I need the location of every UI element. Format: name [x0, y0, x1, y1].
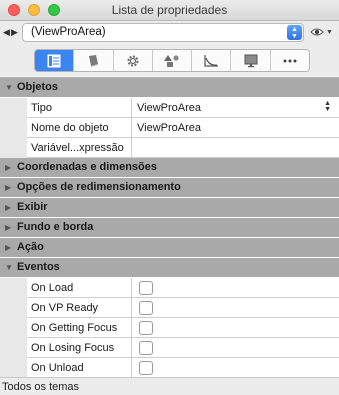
expanded-triangle-icon: ▼: [5, 83, 13, 92]
monitor-icon: [244, 54, 258, 67]
row-gutter: [0, 298, 27, 318]
group-label: Fundo e borda: [17, 221, 94, 233]
event-name: On Losing Focus: [27, 338, 132, 358]
property-list: ▼ Objetos Tipo ViewProArea ▲ ▼ Nome do ob…: [0, 77, 339, 378]
collapsed-triangle-icon: ▶: [5, 163, 12, 172]
object-selector-row: ◀ ▶ (ViewProArea) ▲ ▼ ▼: [0, 21, 339, 45]
property-value: ViewProArea: [137, 102, 201, 114]
tab-display[interactable]: [231, 50, 271, 71]
property-name: Tipo: [27, 98, 132, 118]
event-value-cell: [132, 298, 339, 318]
row-gutter: [0, 338, 27, 358]
object-select[interactable]: (ViewProArea) ▲ ▼: [22, 23, 304, 42]
tab-properties-list[interactable]: [35, 50, 75, 71]
object-select-value: (ViewProArea): [31, 26, 106, 38]
type-select[interactable]: ViewProArea ▲ ▼: [132, 98, 339, 118]
gear-icon: [127, 55, 139, 66]
object-name-field[interactable]: ViewProArea: [132, 118, 339, 138]
graph-icon: [204, 54, 219, 67]
group-label: Eventos: [17, 261, 60, 273]
property-name: Variável...xpressão: [27, 138, 132, 158]
group-redimensionamento[interactable]: ▶ Opções de redimensionamento: [0, 178, 339, 198]
tab-shapes[interactable]: [152, 50, 193, 71]
event-row: On VP Ready: [0, 298, 339, 318]
shapes-icon: [163, 54, 179, 67]
event-name: On Getting Focus: [27, 318, 132, 338]
row-gutter: [0, 138, 27, 158]
row-gutter: [0, 98, 27, 118]
property-row-tipo: Tipo ViewProArea ▲ ▼: [0, 98, 339, 118]
group-exibir[interactable]: ▶ Exibir: [0, 198, 339, 218]
next-object-icon[interactable]: ▶: [11, 27, 18, 37]
tab-book[interactable]: [74, 50, 114, 71]
on-load-checkbox[interactable]: [139, 281, 153, 295]
on-getting-focus-checkbox[interactable]: [139, 321, 153, 335]
event-value-cell: [132, 318, 339, 338]
theme-filter-label[interactable]: Todos os temas: [2, 381, 79, 393]
group-coordenadas[interactable]: ▶ Coordenadas e dimensões: [0, 158, 339, 178]
event-name: On Load: [27, 278, 132, 298]
group-eventos[interactable]: ▼ Eventos: [0, 258, 339, 278]
property-list-window: Lista de propriedades ◀ ▶ (ViewProArea) …: [0, 0, 339, 395]
previous-object-icon[interactable]: ◀: [3, 27, 10, 37]
updown-chevron-icon: ▲ ▼: [324, 100, 331, 113]
select-stepper-icon: ▲ ▼: [287, 25, 302, 40]
on-losing-focus-checkbox[interactable]: [139, 341, 153, 355]
group-label: Objetos: [17, 81, 58, 93]
eye-icon[interactable]: [310, 28, 324, 36]
row-gutter: [0, 318, 27, 338]
event-row: On Getting Focus: [0, 318, 339, 338]
collapsed-triangle-icon: ▶: [5, 243, 12, 252]
group-fundo[interactable]: ▶ Fundo e borda: [0, 218, 339, 238]
collapsed-triangle-icon: ▶: [5, 223, 12, 232]
group-acao[interactable]: ▶ Ação: [0, 238, 339, 258]
expanded-triangle-icon: ▼: [5, 263, 13, 272]
event-row: On Unload: [0, 358, 339, 378]
property-row-nome: Nome do objeto ViewProArea: [0, 118, 339, 138]
eye-menu-chevron-icon[interactable]: ▼: [326, 29, 333, 36]
row-gutter: [0, 118, 27, 138]
tab-graph[interactable]: [192, 50, 232, 71]
collapsed-triangle-icon: ▶: [5, 183, 12, 192]
event-row: On Load: [0, 278, 339, 298]
variable-expression-field[interactable]: [132, 138, 339, 158]
window-title: Lista de propriedades: [111, 3, 228, 17]
group-label: Coordenadas e dimensões: [17, 161, 157, 173]
property-row-variavel: Variável...xpressão: [0, 138, 339, 158]
book-icon: [89, 54, 99, 67]
event-row: On Losing Focus: [0, 338, 339, 358]
more-icon: [283, 59, 297, 62]
row-gutter: [0, 278, 27, 298]
group-label: Ação: [17, 241, 44, 253]
property-name: Nome do objeto: [27, 118, 132, 138]
on-vp-ready-checkbox[interactable]: [139, 301, 153, 315]
event-name: On VP Ready: [27, 298, 132, 318]
group-label: Opções de redimensionamento: [17, 181, 181, 193]
title-bar: Lista de propriedades: [0, 0, 339, 21]
event-value-cell: [132, 338, 339, 358]
properties-list-icon: [47, 54, 61, 67]
collapsed-triangle-icon: ▶: [5, 203, 12, 212]
tab-settings[interactable]: [113, 50, 153, 71]
tab-more[interactable]: [270, 50, 309, 71]
status-bar: Todos os temas: [0, 377, 339, 395]
event-name: On Unload: [27, 358, 132, 378]
on-unload-checkbox[interactable]: [139, 361, 153, 375]
row-gutter: [0, 358, 27, 378]
group-label: Exibir: [17, 201, 48, 213]
event-value-cell: [132, 278, 339, 298]
group-objetos[interactable]: ▼ Objetos: [0, 78, 339, 98]
event-value-cell: [132, 358, 339, 378]
property-tabs: [34, 49, 310, 72]
